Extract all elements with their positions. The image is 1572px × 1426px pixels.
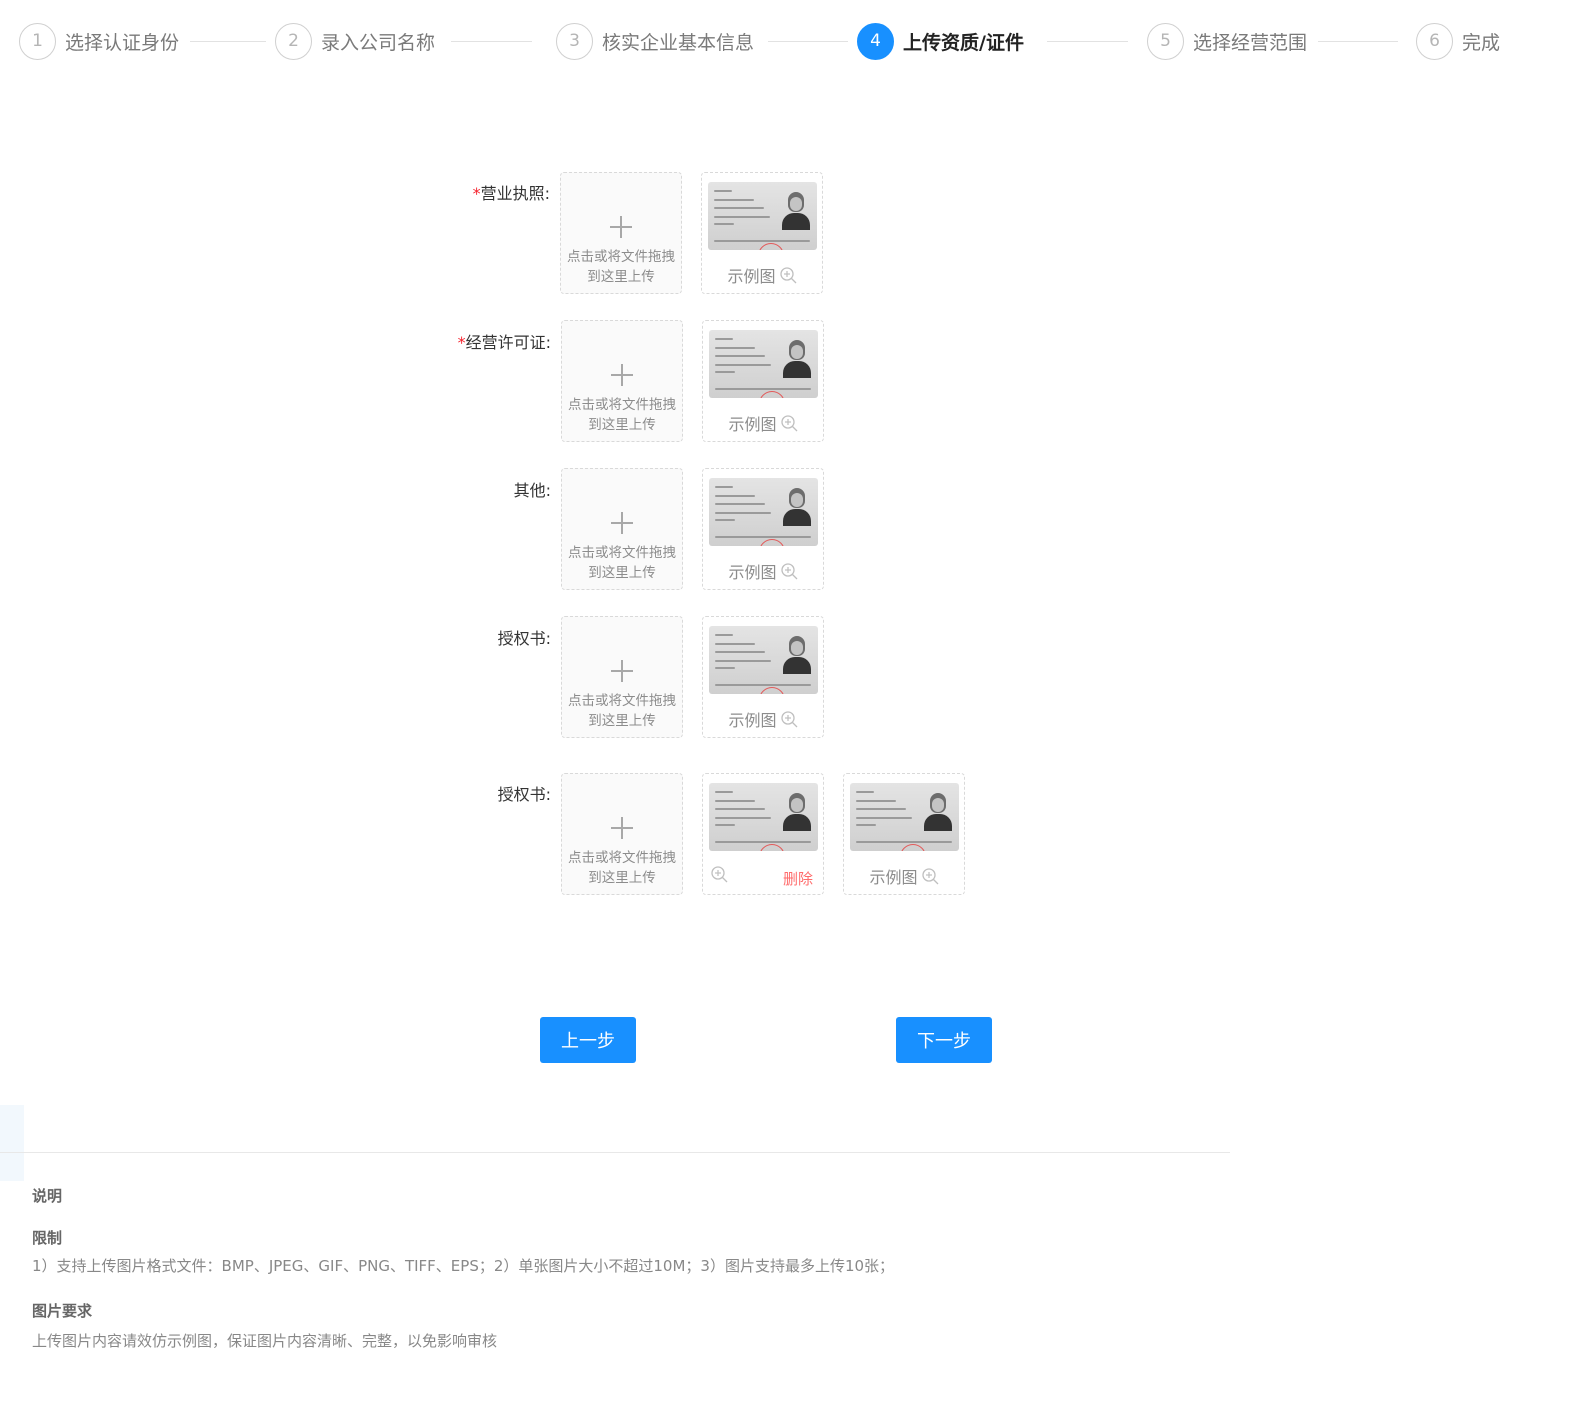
- sample-id-card-image: [709, 626, 818, 694]
- step-connector: [451, 41, 532, 42]
- upload-hint-line: 到这里上传: [588, 713, 656, 729]
- sample-image-card: 示例图: [843, 773, 965, 895]
- zoom-in-icon[interactable]: [711, 866, 728, 883]
- sample-caption: 示例图: [728, 415, 777, 434]
- step-label: 上传资质/证件: [903, 31, 1024, 54]
- sample-preview-link[interactable]: 示例图: [703, 559, 823, 583]
- zoom-in-icon: [780, 415, 797, 432]
- sample-id-card-image: [850, 783, 959, 851]
- upload-hint: 点击或将文件拖拽 到这里上传: [561, 247, 681, 287]
- step-number: 3: [556, 22, 593, 60]
- description-title: 说明: [32, 1187, 63, 1205]
- step-label: 录入公司名称: [321, 31, 436, 54]
- step-connector: [190, 41, 266, 42]
- label-authorization: 授权书:: [351, 625, 551, 649]
- step-number: 2: [275, 22, 312, 60]
- step-number: 4: [857, 22, 894, 60]
- sample-id-card-image: [709, 330, 818, 398]
- sample-caption: 示例图: [869, 868, 918, 887]
- sample-id-card-image: [708, 182, 817, 250]
- step-label: 核实企业基本信息: [602, 31, 755, 54]
- required-mark: *: [457, 333, 466, 352]
- step-connector: [1047, 41, 1128, 42]
- next-step-button[interactable]: 下一步: [896, 1017, 992, 1063]
- step-number: 5: [1147, 22, 1184, 60]
- image-requirement-title: 图片要求: [32, 1302, 93, 1320]
- prev-step-button[interactable]: 上一步: [540, 1017, 636, 1063]
- step-5: 5 选择经营范围: [1147, 22, 1307, 60]
- step-number: 6: [1416, 22, 1453, 60]
- upload-hint: 点击或将文件拖拽 到这里上传: [562, 691, 682, 731]
- sample-image-card: 示例图: [702, 468, 824, 590]
- sample-caption: 示例图: [727, 267, 776, 286]
- sample-image-card: 示例图: [701, 172, 823, 294]
- plus-icon: [611, 512, 633, 534]
- plus-icon: [611, 817, 633, 839]
- plus-icon: [611, 660, 633, 682]
- step-label: 完成: [1462, 31, 1501, 54]
- limit-text: 1）支持上传图片格式文件：BMP、JPEG、GIF、PNG、TIFF、EPS；2…: [32, 1257, 895, 1275]
- upload-dropzone[interactable]: 点击或将文件拖拽 到这里上传: [561, 320, 683, 442]
- limit-title: 限制: [32, 1229, 63, 1247]
- plus-icon: [610, 216, 632, 238]
- upload-hint: 点击或将文件拖拽 到这里上传: [562, 848, 682, 888]
- uploaded-id-card-image: [709, 783, 818, 851]
- sample-caption: 示例图: [728, 563, 777, 582]
- label-operating-permit: *经营许可证:: [351, 329, 551, 353]
- sample-id-card-image: [709, 478, 818, 546]
- sample-image-card: 示例图: [702, 616, 824, 738]
- upload-hint: 点击或将文件拖拽 到这里上传: [562, 395, 682, 435]
- label-authorization-2: 授权书:: [351, 781, 551, 805]
- sample-preview-link[interactable]: 示例图: [703, 411, 823, 435]
- label-business-license: *营业执照:: [350, 180, 550, 204]
- upload-hint-line: 到这里上传: [588, 417, 656, 433]
- upload-hint-line: 点击或将文件拖拽: [567, 249, 675, 265]
- side-accent: [0, 1105, 24, 1181]
- sample-preview-link[interactable]: 示例图: [844, 864, 964, 888]
- field-label: 授权书:: [497, 785, 551, 804]
- required-mark: *: [472, 184, 481, 203]
- upload-hint-line: 点击或将文件拖拽: [568, 850, 676, 866]
- upload-dropzone[interactable]: 点击或将文件拖拽 到这里上传: [561, 773, 683, 895]
- zoom-in-icon: [780, 711, 797, 728]
- upload-hint-line: 点击或将文件拖拽: [568, 397, 676, 413]
- upload-dropzone[interactable]: 点击或将文件拖拽 到这里上传: [561, 468, 683, 590]
- zoom-in-icon: [921, 868, 938, 885]
- step-4: 4 上传资质/证件: [857, 22, 1024, 60]
- step-connector: [768, 41, 848, 42]
- upload-hint-line: 到这里上传: [588, 565, 656, 581]
- step-1: 1 选择认证身份: [19, 22, 179, 60]
- step-3: 3 核实企业基本信息: [556, 22, 754, 60]
- image-requirement-text: 上传图片内容请效仿示例图，保证图片内容清晰、完整，以免影响审核: [32, 1332, 498, 1350]
- upload-dropzone[interactable]: 点击或将文件拖拽 到这里上传: [561, 616, 683, 738]
- step-number: 1: [19, 22, 56, 60]
- field-label: 其他:: [513, 481, 551, 500]
- steps-bar: 1 选择认证身份 2 录入公司名称 3 核实企业基本信息 4 上传资质/证件 5…: [0, 0, 1572, 84]
- plus-icon: [611, 364, 633, 386]
- sample-caption: 示例图: [728, 711, 777, 730]
- sample-preview-link[interactable]: 示例图: [703, 707, 823, 731]
- upload-hint-line: 点击或将文件拖拽: [568, 693, 676, 709]
- sample-preview-link[interactable]: 示例图: [702, 263, 822, 287]
- uploaded-image-card: 删除: [702, 773, 824, 895]
- sample-image-card: 示例图: [702, 320, 824, 442]
- field-label: 营业执照:: [480, 184, 550, 203]
- upload-dropzone[interactable]: 点击或将文件拖拽 到这里上传: [560, 172, 682, 294]
- step-label: 选择认证身份: [65, 31, 180, 54]
- label-other: 其他:: [351, 477, 551, 501]
- field-label: 经营许可证:: [465, 333, 551, 352]
- step-label: 选择经营范围: [1193, 31, 1308, 54]
- field-label: 授权书:: [497, 629, 551, 648]
- upload-hint: 点击或将文件拖拽 到这里上传: [562, 543, 682, 583]
- zoom-in-icon: [779, 267, 796, 284]
- step-6: 6 完成: [1416, 22, 1500, 60]
- zoom-in-icon: [780, 563, 797, 580]
- upload-hint-line: 到这里上传: [587, 269, 655, 285]
- upload-hint-line: 到这里上传: [588, 870, 656, 886]
- section-divider: [0, 1152, 1230, 1153]
- step-2: 2 录入公司名称: [275, 22, 435, 60]
- upload-hint-line: 点击或将文件拖拽: [568, 545, 676, 561]
- step-connector: [1318, 41, 1398, 42]
- delete-link[interactable]: 删除: [783, 868, 813, 889]
